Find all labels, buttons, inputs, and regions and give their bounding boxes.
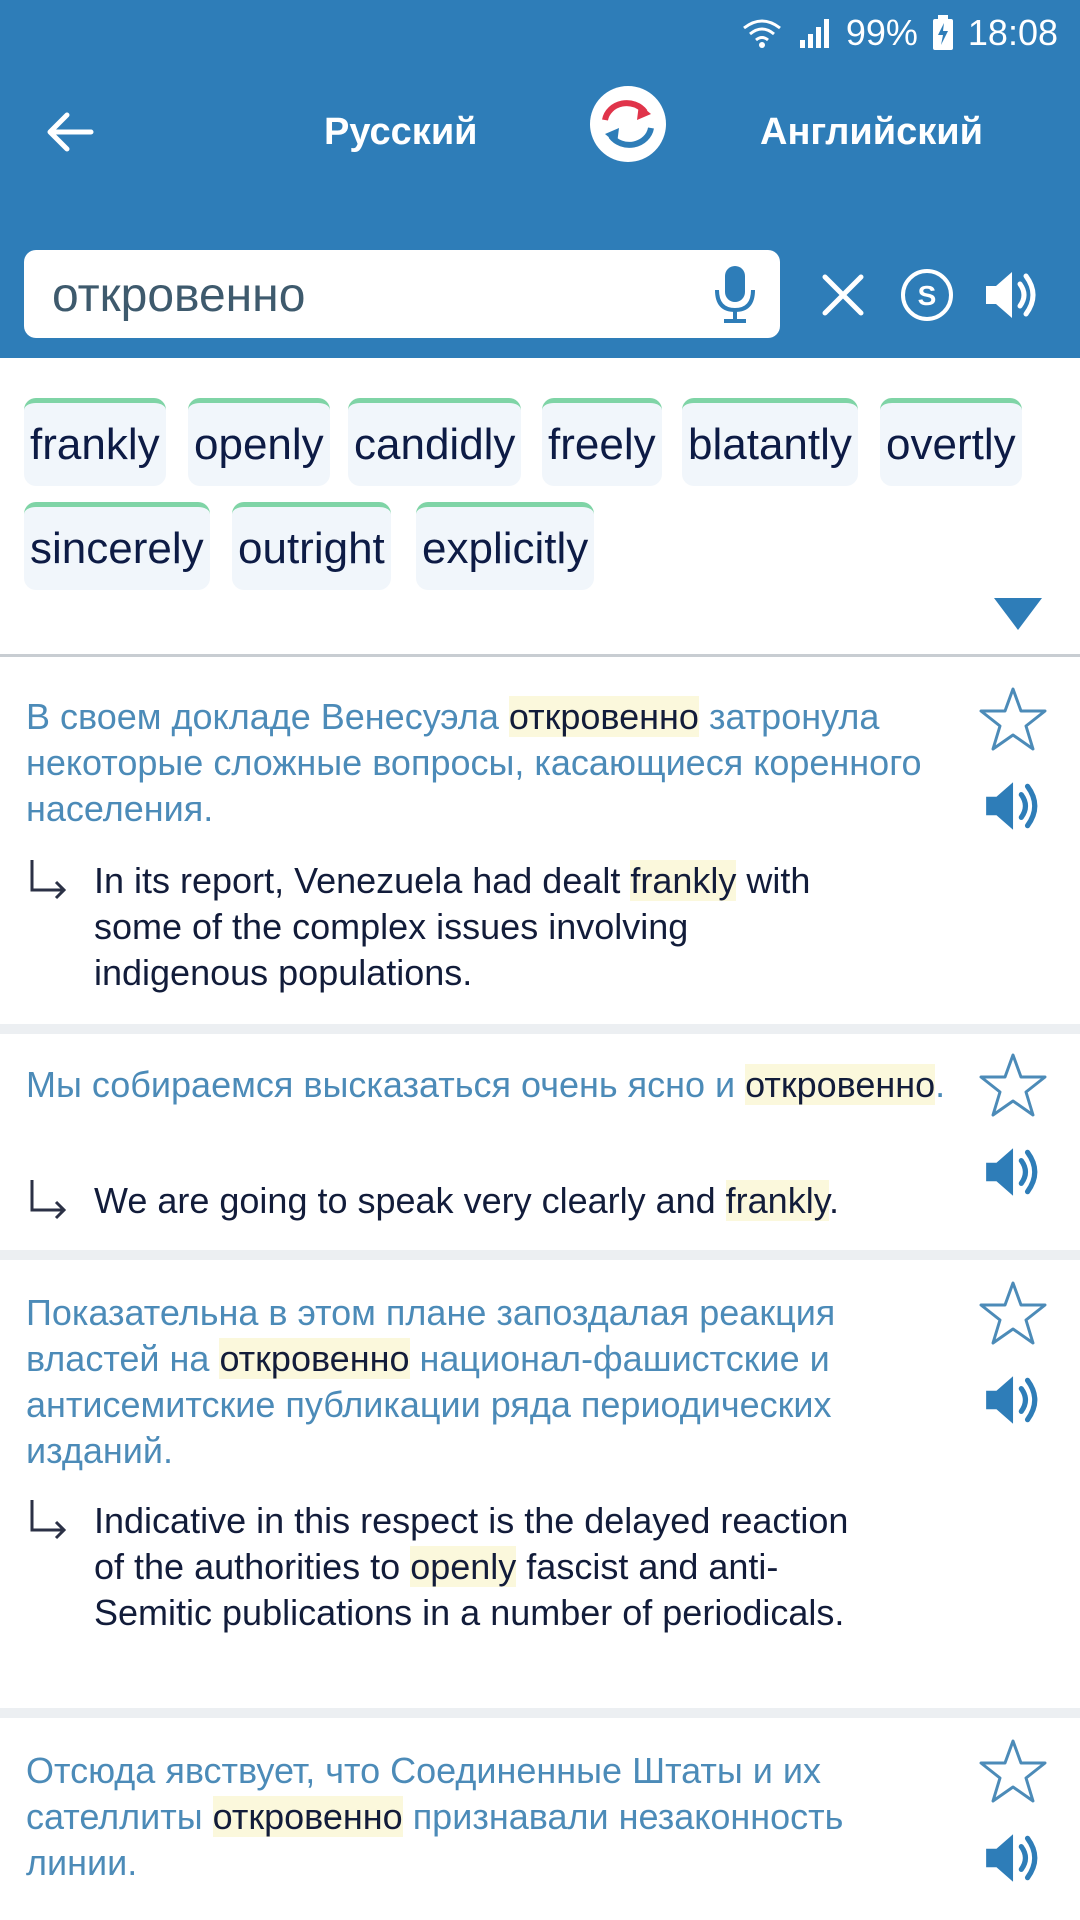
highlighted-term: откровенно (219, 1338, 410, 1379)
status-bar: 99% 18:08 (0, 0, 1080, 66)
translation-arrow-icon (30, 860, 67, 900)
divider (0, 654, 1080, 657)
signal-icon (799, 19, 829, 48)
close-icon (822, 274, 864, 316)
clock: 18:08 (967, 12, 1058, 53)
chip-overtly[interactable]: overtly (880, 398, 1022, 486)
highlighted-term: frankly (725, 1180, 830, 1221)
highlighted-term: откровенно (212, 1796, 403, 1837)
chip-blatantly[interactable]: blatantly (682, 398, 858, 486)
speaker-icon[interactable] (982, 1144, 1042, 1200)
translation-arrow-icon (30, 1180, 67, 1220)
swap-languages-button[interactable] (590, 86, 666, 162)
example-translation-text: In its report, Venezuela had dealt frank… (94, 858, 854, 996)
example-source-text: Мы собираемся высказаться очень ясно и о… (26, 1062, 946, 1108)
toolbar: Русский Английский (0, 80, 1080, 240)
speaker-icon (986, 272, 1036, 318)
sentence-fragment: In its report, Venezuela had dealt (94, 860, 631, 901)
target-language[interactable]: Английский (760, 98, 983, 166)
chip-freely[interactable]: freely (542, 398, 662, 486)
pronounce-button[interactable] (980, 264, 1042, 326)
example-translation-text: We are going to speak very clearly and f… (94, 1178, 954, 1224)
highlighted-term: откровенно (508, 696, 699, 737)
sentence-fragment: . (829, 1180, 840, 1221)
chip-sincerely[interactable]: sincerely (24, 502, 210, 590)
example-source-text: Отсюда явствует, что Соединенные Штаты и… (26, 1748, 946, 1886)
microphone-button[interactable] (710, 264, 760, 324)
example-translation-text: Indicative in this respect is the delaye… (94, 1498, 854, 1636)
clear-button[interactable] (812, 264, 874, 326)
back-button[interactable] (36, 98, 104, 166)
search-box (24, 250, 780, 340)
sentence-fragment: . (935, 1064, 946, 1105)
highlighted-term: frankly (630, 860, 737, 901)
divider (0, 1708, 1080, 1718)
highlighted-term: откровенно (745, 1064, 936, 1105)
arrow-left-icon (47, 112, 94, 152)
example-source-text: Показательна в этом плане запоздалая реа… (26, 1290, 946, 1474)
battery-percent: 99% (845, 12, 918, 53)
speaker-icon[interactable] (982, 778, 1042, 834)
synonyms-button[interactable]: S (896, 264, 958, 326)
chip-openly[interactable]: openly (188, 398, 330, 486)
star-icon[interactable] (978, 686, 1048, 752)
microphone-icon (715, 266, 755, 323)
chip-explicitly[interactable]: explicitly (416, 502, 595, 590)
synonym-s-icon: S (901, 269, 953, 321)
battery-charging-icon (932, 15, 953, 50)
highlighted-term: openly (410, 1546, 517, 1587)
swap-icon (602, 100, 654, 148)
chip-outright[interactable]: outright (232, 502, 391, 590)
chip-candidly[interactable]: candidly (348, 398, 522, 486)
divider (0, 1024, 1080, 1034)
svg-text:S: S (918, 280, 937, 311)
example-source-text: В своем докладе Венесуэла откровенно зат… (26, 694, 946, 832)
sentence-fragment: We are going to speak very clearly and (94, 1180, 726, 1221)
star-icon[interactable] (978, 1280, 1048, 1346)
source-language[interactable]: Русский (324, 98, 478, 166)
search-input[interactable] (50, 250, 694, 340)
star-icon[interactable] (978, 1052, 1048, 1118)
wifi-icon (742, 19, 781, 48)
sentence-fragment: В своем докладе Венесуэла (26, 696, 509, 737)
speaker-icon[interactable] (982, 1830, 1042, 1886)
sentence-fragment: Мы собираемся высказаться очень ясно и (26, 1064, 746, 1105)
expand-chips-icon[interactable] (992, 594, 1044, 634)
app-header: 99% 18:08 Русский Английский откровенно … (0, 0, 1080, 358)
divider (0, 1250, 1080, 1260)
speaker-icon[interactable] (982, 1372, 1042, 1428)
translation-arrow-icon (30, 1500, 67, 1540)
star-icon[interactable] (978, 1738, 1048, 1804)
chip-frankly[interactable]: frankly (24, 398, 166, 486)
